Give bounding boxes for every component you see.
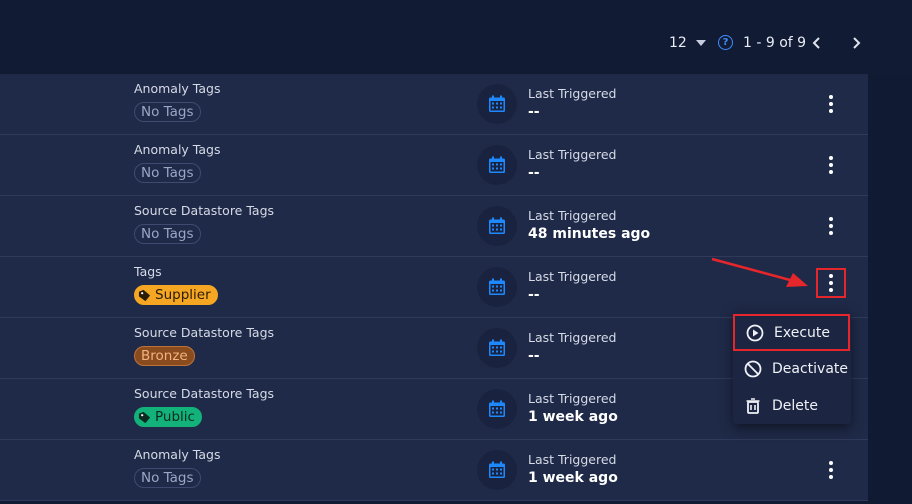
calendar-badge bbox=[477, 206, 517, 246]
execute-label: Execute bbox=[774, 324, 830, 341]
last-triggered-label: Last Triggered bbox=[528, 330, 617, 345]
calendar-badge bbox=[477, 328, 517, 368]
tag-icon bbox=[138, 411, 151, 423]
deactivate-label: Deactivate bbox=[772, 360, 849, 377]
last-triggered-label: Last Triggered bbox=[528, 391, 617, 406]
calendar-icon bbox=[489, 400, 505, 417]
last-triggered-label: Last Triggered bbox=[528, 208, 617, 223]
more-options-icon[interactable] bbox=[822, 459, 840, 481]
last-triggered-label: Last Triggered bbox=[528, 86, 617, 101]
calendar-icon bbox=[489, 217, 505, 234]
calendar-icon bbox=[489, 278, 505, 295]
table-row[interactable]: Anomaly Tags No Tags Last Triggered -- bbox=[0, 135, 868, 196]
calendar-badge bbox=[477, 450, 517, 490]
last-triggered-label: Last Triggered bbox=[528, 147, 617, 162]
calendar-icon bbox=[489, 95, 505, 112]
calendar-badge bbox=[477, 389, 517, 429]
tag-chip-label: Public bbox=[155, 409, 195, 425]
more-options-icon[interactable] bbox=[822, 93, 840, 115]
checks-list: Anomaly Tags No Tags Last Triggered -- Anoma… bbox=[0, 74, 868, 501]
last-triggered-label: Last Triggered bbox=[528, 452, 617, 467]
play-circle-icon bbox=[746, 324, 764, 341]
chevron-right-icon[interactable] bbox=[849, 36, 863, 50]
tag-chip-label: No Tags bbox=[141, 165, 194, 181]
last-triggered-value: -- bbox=[528, 348, 540, 364]
tag-group-label: Source Datastore Tags bbox=[134, 325, 275, 340]
last-triggered-value: 48 minutes ago bbox=[528, 226, 651, 242]
last-triggered-value: -- bbox=[528, 165, 540, 181]
tag-group-label: Anomaly Tags bbox=[134, 447, 221, 462]
page-size-select[interactable]: 12 bbox=[669, 33, 687, 53]
tag-chip-label: No Tags bbox=[141, 104, 194, 120]
more-options-icon[interactable] bbox=[822, 215, 840, 237]
calendar-icon bbox=[489, 156, 505, 173]
deactivate-menu-item[interactable]: Deactivate bbox=[733, 350, 851, 387]
tag-chip[interactable]: Supplier bbox=[134, 285, 218, 305]
tag-chip[interactable]: Public bbox=[134, 407, 202, 427]
more-options-icon[interactable] bbox=[816, 268, 846, 298]
help-icon[interactable]: ? bbox=[718, 35, 733, 50]
tag-chip-label: Bronze bbox=[141, 348, 188, 364]
tag-chip[interactable]: Bronze bbox=[134, 346, 195, 366]
table-row[interactable]: Anomaly Tags No Tags Last Triggered -- bbox=[0, 74, 868, 135]
last-triggered-value: -- bbox=[528, 287, 540, 303]
tag-group-label: Anomaly Tags bbox=[134, 81, 221, 96]
tag-icon bbox=[138, 289, 151, 301]
top-toolbar: 12 ? 1 - 9 of 9 bbox=[0, 0, 912, 74]
tag-chip-label: No Tags bbox=[141, 226, 194, 242]
row-context-menu: Execute Deactivate Delete bbox=[733, 311, 851, 424]
tag-group-label: Anomaly Tags bbox=[134, 142, 221, 157]
tag-chip-label: Supplier bbox=[155, 287, 211, 303]
delete-label: Delete bbox=[772, 397, 818, 414]
chevron-down-icon[interactable] bbox=[696, 40, 706, 46]
table-row[interactable]: Tags Supplier Last Triggered -- bbox=[0, 257, 868, 318]
table-row[interactable]: Anomaly Tags No Tags Last Triggered 1 week … bbox=[0, 440, 868, 501]
tag-chip[interactable]: No Tags bbox=[134, 102, 201, 122]
last-triggered-label: Last Triggered bbox=[528, 269, 617, 284]
tag-chip[interactable]: No Tags bbox=[134, 224, 201, 244]
tag-chip[interactable]: No Tags bbox=[134, 468, 201, 488]
trash-icon bbox=[746, 397, 760, 414]
calendar-badge bbox=[477, 84, 517, 124]
pagination-range: 1 - 9 of 9 bbox=[743, 35, 807, 51]
tag-group-label: Tags bbox=[134, 264, 162, 279]
delete-menu-item[interactable]: Delete bbox=[733, 387, 851, 424]
tag-chip[interactable]: No Tags bbox=[134, 163, 201, 183]
last-triggered-value: -- bbox=[528, 104, 540, 120]
more-options-icon[interactable] bbox=[822, 154, 840, 176]
last-triggered-value: 1 week ago bbox=[528, 409, 618, 425]
calendar-icon bbox=[489, 339, 505, 356]
last-triggered-value: 1 week ago bbox=[528, 470, 618, 486]
tag-chip-label: No Tags bbox=[141, 470, 194, 486]
calendar-badge bbox=[477, 267, 517, 307]
execute-menu-item[interactable]: Execute bbox=[733, 314, 850, 351]
tag-group-label: Source Datastore Tags bbox=[134, 386, 275, 401]
calendar-icon bbox=[489, 461, 505, 478]
tag-group-label: Source Datastore Tags bbox=[134, 203, 275, 218]
table-row[interactable]: Source Datastore Tags No Tags Last Trigger… bbox=[0, 196, 868, 257]
block-icon bbox=[744, 360, 762, 377]
chevron-left-icon[interactable] bbox=[810, 36, 824, 50]
calendar-badge bbox=[477, 145, 517, 185]
